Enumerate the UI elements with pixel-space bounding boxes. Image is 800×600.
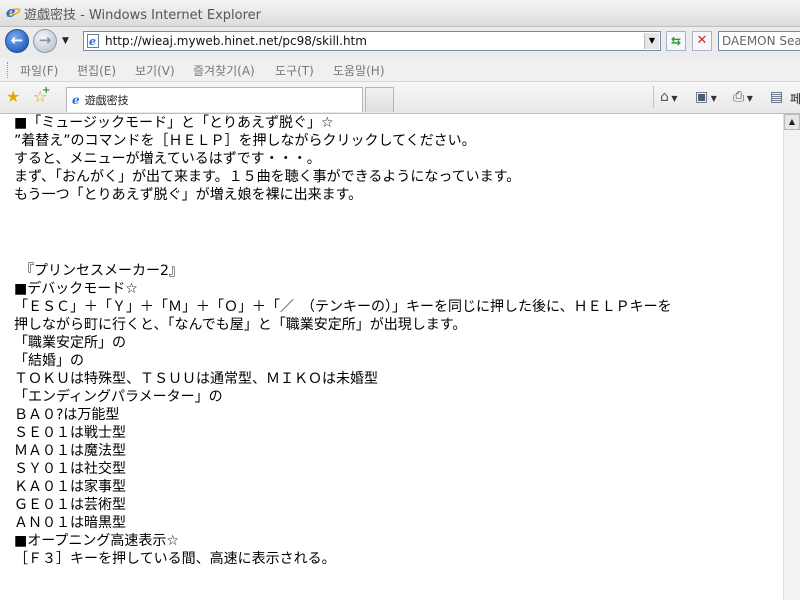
print-icon[interactable]: ⎙ ▼	[733, 89, 753, 105]
text-line: ■オープニング高速表示☆	[14, 533, 179, 549]
text-line: ■デバックモード☆	[14, 281, 138, 297]
text-line: 「結婚」の	[14, 353, 84, 369]
text-line: ＫＡ０１は家事型	[14, 479, 126, 495]
text-line: 「エンディングパラメーター」の	[14, 389, 223, 405]
text-line: ＧＥ０１は芸術型	[14, 497, 126, 513]
text-line: ■「ミュージックモード」と「とりあえず脱ぐ」☆	[14, 115, 334, 131]
text-line: ［Ｆ３］キーを押している間、高速に表示される。	[14, 551, 336, 567]
text-line: もう一つ「とりあえず脱ぐ」が増え娘を裸に出来ます。	[14, 187, 363, 203]
address-bar[interactable]: e http://wieaj.myweb.hinet.net/pc98/skil…	[83, 31, 661, 51]
window-title: 遊戯密技 - Windows Internet Explorer	[24, 7, 261, 23]
menu-edit[interactable]: 편집(E)	[77, 62, 116, 79]
section-title: 『プリンセスメーカー2』	[20, 263, 183, 279]
forward-arrow-icon: →	[38, 31, 52, 49]
tab-active[interactable]: e 遊戯密技	[66, 87, 363, 112]
ie-logo-icon: e	[3, 3, 22, 21]
text-line: ＴＯＫＵは特殊型、ＴＳＵＵは通常型、ＭＩＫＯは未婚型	[14, 371, 378, 387]
menu-view[interactable]: 보기(V)	[135, 62, 175, 79]
page-icon: e	[87, 34, 99, 48]
url-text[interactable]: http://wieaj.myweb.hinet.net/pc98/skill.…	[105, 34, 367, 48]
text-line: ＢＡ０?は万能型	[14, 407, 120, 423]
text-line: ”着替え”のコマンドを［ＨＥＬＰ］を押しながらクリックしてください。	[14, 133, 476, 149]
tab-bar: ★ ☆ + e 遊戯密技 ⌂ ▼ ▣ ▼ ⎙ ▼ ▤ 페	[0, 82, 800, 114]
text-line: 「職業安定所」の	[14, 335, 126, 351]
toolbar-grip[interactable]	[7, 62, 10, 78]
text-line: 押しながら町に行くと、「なんでも屋」と「職業安定所」が出現します。	[14, 317, 467, 333]
text-line: ＳＹ０１は社交型	[14, 461, 126, 477]
menu-favorites[interactable]: 즐겨찾기(A)	[193, 62, 255, 79]
text-line: ＭＡ０１は魔法型	[14, 443, 126, 459]
stop-icon: ✕	[696, 33, 708, 48]
recent-pages-dropdown-icon[interactable]: ▼	[62, 36, 69, 46]
menu-file[interactable]: 파일(F)	[20, 62, 58, 79]
feeds-icon[interactable]: ▣ ▼	[695, 89, 717, 105]
text-line: まず、「おんがく」が出て来ます。１５曲を聴く事ができるようになっています。	[14, 169, 521, 185]
add-favorites-icon[interactable]: ☆ +	[33, 85, 50, 106]
toolbar-separator	[653, 86, 654, 108]
address-dropdown-icon[interactable]: ▼	[644, 33, 659, 49]
address-toolbar: ← → ▼ e http://wieaj.myweb.hinet.net/pc9…	[0, 27, 800, 58]
search-input[interactable]: DAEMON Sea	[718, 31, 800, 51]
refresh-icon: ⇆	[670, 34, 682, 48]
text-line: ＡＮ０１は暗黒型	[14, 515, 126, 531]
text-line: 「ＥＳＣ」＋「Ｙ」＋「Ｍ」＋「Ｏ」＋「／ （テンキーの）」キーを同じに押した後に…	[14, 299, 672, 315]
stop-button[interactable]: ✕	[692, 31, 712, 51]
text-line: すると、メニューが増えているはずです・・・。	[14, 151, 321, 167]
page-menu-icon[interactable]: ▤	[770, 89, 783, 105]
menu-help[interactable]: 도움말(H)	[333, 62, 385, 79]
text-line: ＳＥ０１は戦士型	[14, 425, 126, 441]
scroll-up-arrow-icon[interactable]: ▲	[784, 114, 800, 130]
menu-bar: 파일(F) 편집(E) 보기(V) 즐겨찾기(A) 도구(T) 도움말(H)	[0, 58, 800, 82]
vertical-scrollbar[interactable]: ▲	[783, 114, 800, 600]
page-menu-label[interactable]: 페	[790, 90, 800, 107]
forward-button[interactable]: →	[33, 29, 57, 53]
menu-tools[interactable]: 도구(T)	[275, 62, 314, 79]
tab-title: 遊戯密技	[84, 94, 129, 107]
tab-page-icon: e	[72, 93, 80, 107]
back-arrow-icon: ←	[10, 31, 24, 49]
favorites-star-icon[interactable]: ★	[6, 87, 20, 106]
new-tab-button[interactable]	[365, 87, 394, 112]
window-title-bar: e 遊戯密技 - Windows Internet Explorer	[0, 0, 800, 27]
home-icon[interactable]: ⌂ ▼	[660, 89, 678, 105]
back-button[interactable]: ←	[5, 29, 29, 53]
page-content: ■「ミュージックモード」と「とりあえず脱ぐ」☆ ”着替え”のコマンドを［ＨＥＬＰ…	[0, 114, 783, 600]
refresh-button[interactable]: ⇆	[666, 31, 686, 51]
